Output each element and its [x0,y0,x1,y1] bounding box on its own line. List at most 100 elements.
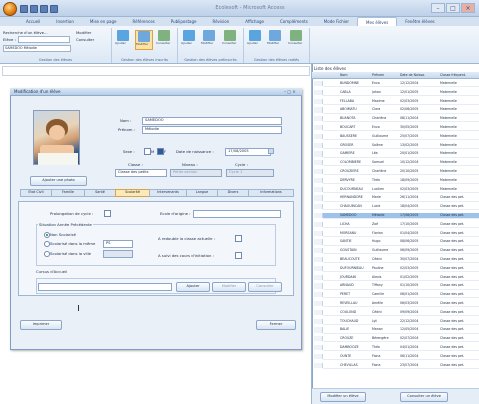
customize-icon[interactable] [50,5,58,13]
row-selector[interactable] [314,221,323,227]
modifier-small-button[interactable]: Modifier [76,30,91,35]
table-row[interactable]: JOURDAIN Alexis 01/02/2005 Classe des pet. [323,275,479,281]
consulter-radie-button[interactable]: Consulter [288,30,304,48]
tab-references[interactable]: Références [125,17,163,26]
table-row[interactable]: SAMEDOO Mélodie 17/08/2005 Classe des pet. [323,213,479,220]
table-row[interactable]: DUFOURNIEAU Pauline 02/03/2005 Classe des p… [323,266,479,272]
table-row[interactable]: BALIE Manon 12/05/2004 Classe des pet. [323,327,479,334]
ajouter-radie-button[interactable]: Ajouter [247,30,263,48]
tab-mes-eleves[interactable]: Mes élèves [357,17,398,26]
table-row[interactable]: COULOND Cédric 09/09/2004 Classe des pet. [323,310,479,316]
row-selector[interactable] [314,239,323,245]
table-row[interactable]: GROSER Solène 13/02/2005 Maternelle [323,143,479,149]
table-row[interactable]: HERNANDORE Marie 26/11/2004 Classe des pet. [323,195,479,202]
cursus-modifier-button[interactable]: Modifier [212,282,246,292]
tab-scolarite[interactable]: Scolarité [115,189,150,197]
table-row[interactable]: ABOIMATU Clara 02/06/2005 Maternelle [323,107,479,114]
row-selector[interactable] [314,248,323,254]
cursus-select[interactable] [38,283,172,291]
sexe-m-checkbox[interactable] [144,148,151,155]
sexe-f-checkbox[interactable] [157,148,164,155]
autre-checkbox[interactable] [235,252,242,259]
eleve-select[interactable] [18,36,70,43]
tab-informations[interactable]: Informations [248,189,294,197]
table-row[interactable]: ARNAUD Tiffany 01/10/2005 Classe des pet. [323,283,479,290]
row-selector[interactable] [314,283,323,289]
row-selector[interactable] [314,265,323,271]
table-row[interactable]: OUNTE Fiona 06/11/2004 Classe des pet. [323,354,479,360]
col-prenom[interactable]: Prénom [372,73,384,77]
row-selector[interactable] [314,160,323,166]
tab-mise-en-page[interactable]: Mise en page [82,17,125,26]
tab-accueil[interactable]: Accueil [18,17,48,26]
doublant-checkbox[interactable] [235,235,242,242]
row-selector[interactable] [314,177,323,183]
undo-icon[interactable] [30,5,38,13]
row-selector[interactable] [314,186,323,192]
modifier-inscrit-button[interactable]: Modifier [135,30,153,50]
row-selector[interactable] [314,107,323,113]
tab-complements[interactable]: Compléments [272,17,316,26]
ajouter-preinscrit-button[interactable]: Ajouter [181,30,197,48]
table-row[interactable]: TOUCHAUD Lyli 22/12/2004 Classe des pet. [323,319,479,325]
prenom-field[interactable]: Mélodie [142,126,282,134]
table-row[interactable]: CABLA Johan 12/01/2005 Maternelle [323,90,479,96]
tab-mode-fichier[interactable]: Mode Fichier [316,17,357,26]
save-icon[interactable] [20,5,28,13]
table-row[interactable]: DERVYRE Théo 18/09/2005 Maternelle [323,178,479,184]
row-selector[interactable] [314,230,323,236]
table-row[interactable]: FELLABA Maxime 02/03/2005 Maternelle [323,99,479,105]
tab-famille[interactable]: Famille [51,189,85,197]
row-selector[interactable] [314,89,323,95]
col-date-naissance[interactable]: Date de Naissa. [400,73,425,77]
col-classe[interactable]: Classe fréquent. [440,73,466,77]
table-row[interactable]: CHAOUINCAN Lucie 18/04/2005 Classe des pet. [323,204,479,211]
row-selector[interactable] [314,362,323,368]
modifier-radie-button[interactable]: Modifier [267,30,283,48]
office-button[interactable] [3,2,17,16]
row-selector[interactable] [314,142,323,148]
tab-publipostage[interactable]: Publipostage [163,17,205,26]
row-selector[interactable] [314,169,323,175]
tab-etat-civil[interactable]: Etat Civil [20,189,52,197]
row-selector[interactable] [314,301,323,307]
table-row[interactable]: GOUSTAIN Guillaume 06/09/2005 Classe des pe… [323,248,479,255]
table-row[interactable]: COLOMBIERE Samuel 10/12/2004 Maternelle [323,160,479,167]
row-selector[interactable] [314,133,323,139]
row-selector[interactable] [314,292,323,298]
cursus-ajouter-button[interactable]: Ajouter [176,282,210,292]
table-row[interactable]: BEAUCOUTE Cédric 30/07/2004 Classe des pet. [323,257,479,264]
table-row[interactable]: SANTIE Hugo 08/06/2005 Classe des pet. [323,239,479,246]
ajouter-inscrit-button[interactable]: Ajouter [115,30,131,48]
row-selector[interactable] [314,353,323,359]
tab-revision[interactable]: Révision [204,17,237,26]
table-row[interactable]: GAMIERE Léa 20/01/2005 Maternelle [323,151,479,158]
tab-intervenants[interactable]: Intervenants [149,189,187,197]
imprimer-button[interactable]: Imprimer [20,320,62,330]
consulter-preinscrit-button[interactable]: Consulter [222,30,238,48]
cursus-consulter-button[interactable]: Consulter [248,282,282,292]
consulter-eleve-button[interactable]: Consulter un élève [400,392,448,402]
table-row[interactable]: REVEILLAU Amélie 06/03/2005 Classe des pet. [323,301,479,308]
tab-langue[interactable]: Langue [186,189,218,197]
row-selector[interactable] [314,204,323,210]
row-selector[interactable] [314,336,323,342]
form-window-controls[interactable]: – □ × [284,89,296,94]
table-row[interactable]: MOREANU Florian 01/04/2005 Classe des pet. [323,231,479,237]
consulter-inscrit-button[interactable]: Consulter [156,30,172,48]
nom-field[interactable]: SAMEDOO [142,117,282,125]
table-row[interactable]: BOUCART Enzo 30/05/2005 Maternelle [323,125,479,132]
col-nom[interactable]: Nom [340,73,347,77]
tab-insertion[interactable]: Insertion [48,17,82,26]
add-photo-button[interactable]: Ajouter une photo [30,176,87,186]
row-selector[interactable] [314,309,323,315]
eleve-search-field[interactable]: SAMEDOO Mélodie [3,45,71,52]
redo-icon[interactable] [40,5,48,13]
row-selector[interactable] [314,213,323,219]
tab-divers[interactable]: Divers [217,189,249,197]
table-row[interactable]: BUNDOMNE Enzo 12/12/2004 Maternelle [323,81,479,88]
row-selector[interactable] [314,274,323,280]
row-selector[interactable] [314,327,323,333]
dob-field[interactable]: 17/08/2005 [225,148,271,156]
tab-sante[interactable]: Santé [84,189,116,197]
